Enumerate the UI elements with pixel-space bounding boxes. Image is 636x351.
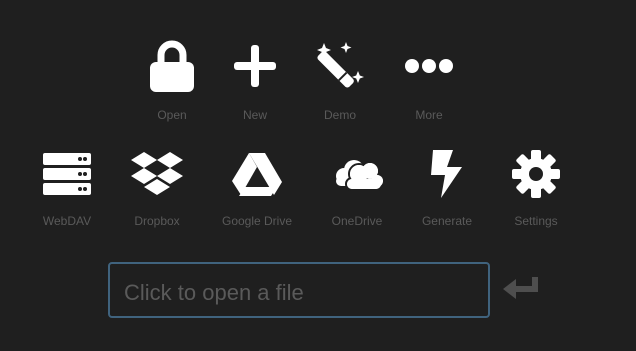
server-icon	[24, 146, 110, 202]
storage-actions-row: WebDAV Dropbox Google Drive OneDrive Gen…	[0, 146, 636, 246]
lightning-icon	[404, 146, 490, 202]
settings-button[interactable]: Settings	[493, 146, 579, 236]
new-label: New	[242, 108, 267, 122]
enter-icon	[503, 275, 543, 306]
gear-icon	[493, 146, 579, 202]
ellipsis-icon	[386, 38, 472, 94]
google-drive-label: Google Drive	[221, 214, 293, 228]
open-file-field[interactable]: Click to open a file	[108, 262, 490, 318]
open-button[interactable]: Open	[129, 38, 215, 128]
new-button[interactable]: New	[212, 38, 298, 128]
magic-wand-icon	[297, 38, 383, 94]
dropbox-button[interactable]: Dropbox	[114, 146, 200, 236]
webdav-button[interactable]: WebDAV	[24, 146, 110, 236]
more-label: More	[415, 108, 443, 122]
plus-icon	[212, 38, 298, 94]
generate-button[interactable]: Generate	[404, 146, 490, 236]
settings-label: Settings	[514, 214, 558, 228]
demo-label: Demo	[323, 108, 356, 122]
primary-actions-row: Open New Demo More	[0, 38, 636, 138]
more-button[interactable]: More	[386, 38, 472, 128]
onedrive-button[interactable]: OneDrive	[314, 146, 400, 236]
dropbox-icon	[114, 146, 200, 202]
webdav-label: WebDAV	[42, 214, 92, 228]
demo-button[interactable]: Demo	[297, 38, 383, 128]
google-drive-button[interactable]: Google Drive	[214, 146, 300, 236]
google-drive-icon	[214, 146, 300, 202]
onedrive-label: OneDrive	[331, 214, 383, 228]
dropbox-label: Dropbox	[134, 214, 180, 228]
start-screen: Open New Demo More WebDAV Dropbox Google…	[0, 0, 636, 351]
lock-icon	[129, 38, 215, 94]
generate-label: Generate	[421, 214, 473, 228]
open-file-placeholder: Click to open a file	[124, 280, 304, 305]
open-label: Open	[157, 108, 187, 122]
onedrive-icon	[314, 146, 400, 202]
enter-button[interactable]	[502, 274, 544, 306]
